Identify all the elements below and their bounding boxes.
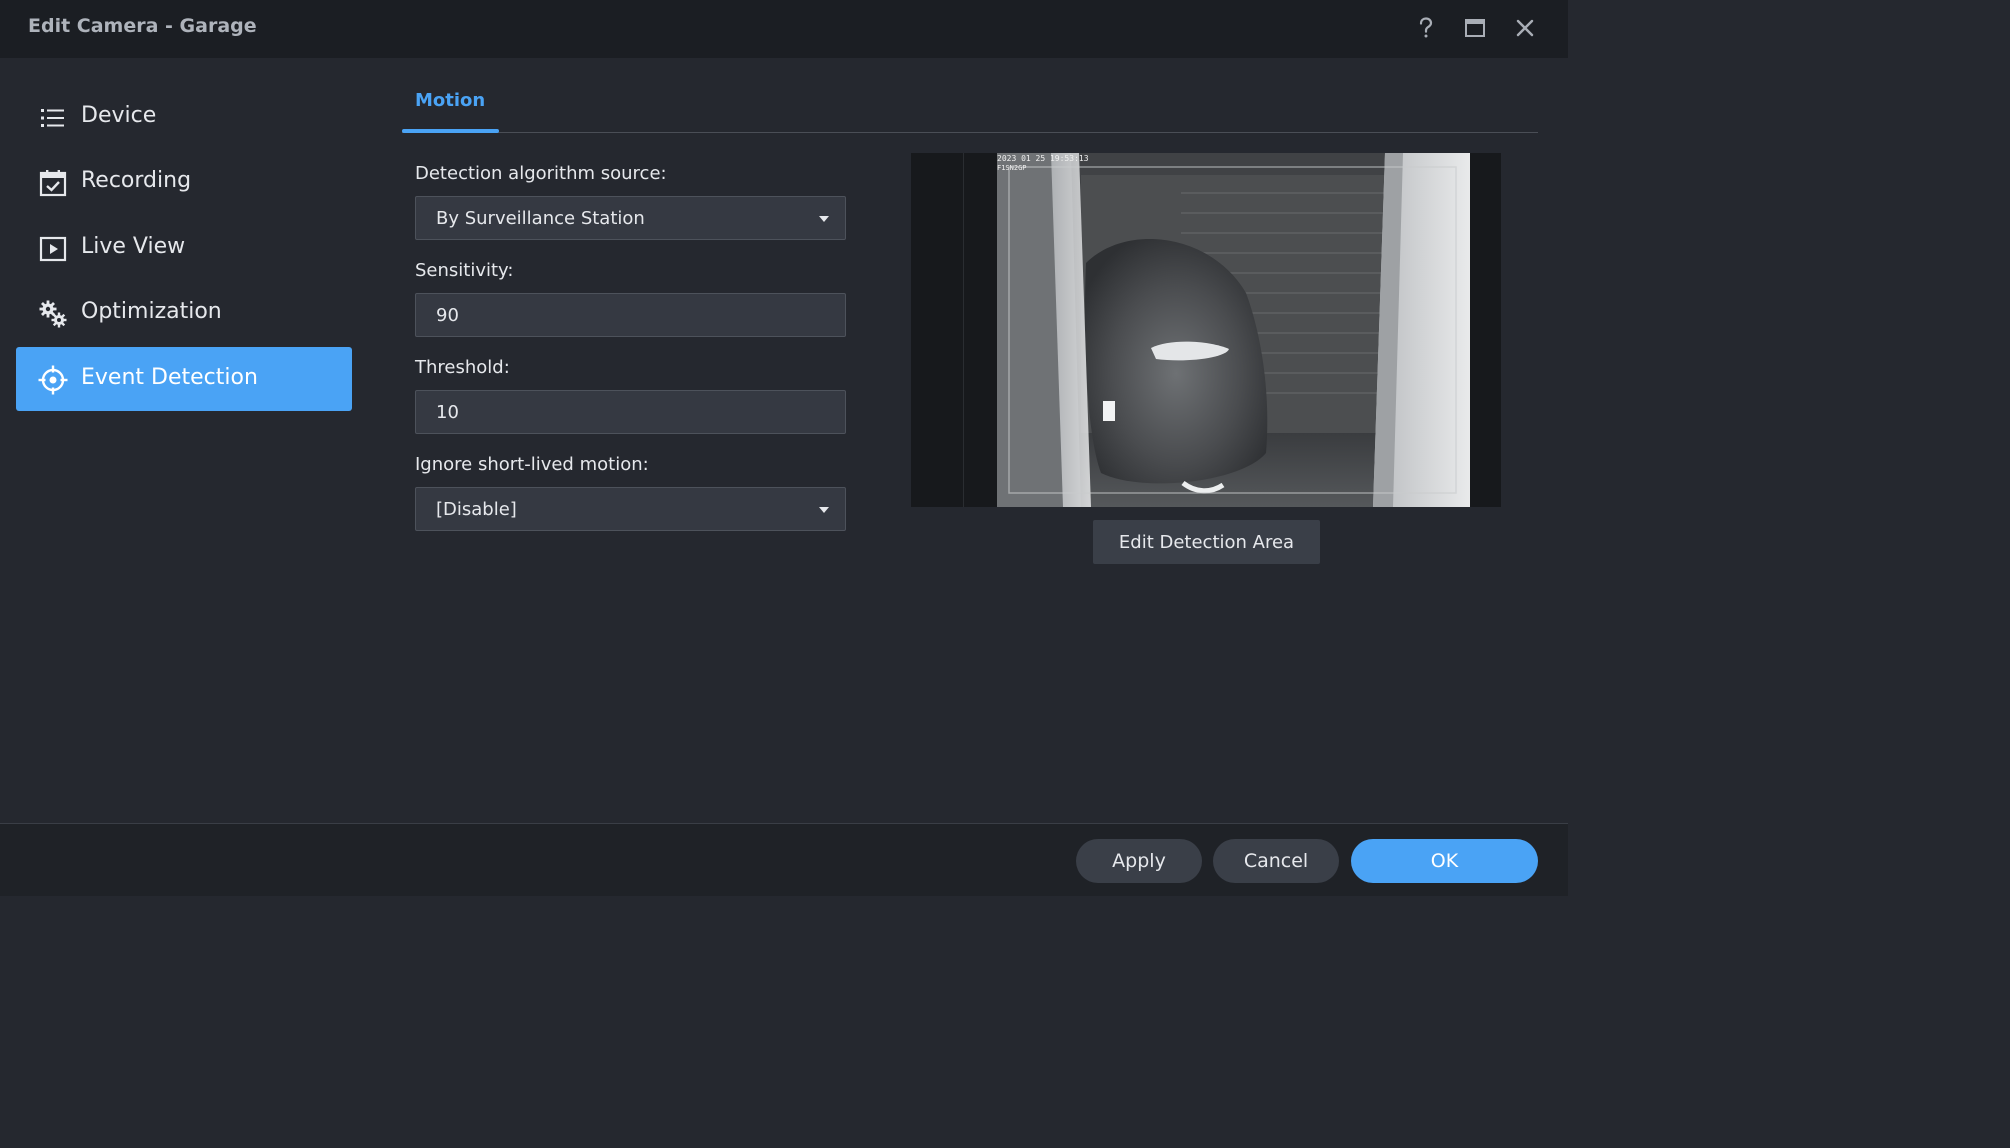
chevron-down-icon <box>819 216 829 222</box>
detection-source-value: By Surveillance Station <box>436 208 645 229</box>
camera-overlay-label: F1SN2GP <box>997 164 1027 172</box>
chevron-down-icon <box>819 507 829 513</box>
sidebar-item-label: Optimization <box>81 299 222 324</box>
sidebar-item-event-detection[interactable]: Event Detection <box>16 347 352 411</box>
sidebar-item-live-view[interactable]: Live View <box>16 216 352 280</box>
camera-preview: 2023 01 25 19:53:13 F1SN2GP <box>911 153 1501 507</box>
maximize-icon[interactable] <box>1461 14 1489 42</box>
help-icon[interactable] <box>1412 14 1440 42</box>
list-icon <box>41 109 64 127</box>
sensitivity-input[interactable]: 90 <box>415 293 846 337</box>
sidebar-item-device[interactable]: Device <box>16 85 352 149</box>
calendar-check-icon <box>39 170 67 197</box>
detection-source-label: Detection algorithm source: <box>415 163 667 184</box>
close-icon[interactable] <box>1511 14 1539 42</box>
gears-icon <box>39 300 67 328</box>
ignore-motion-value: [Disable] <box>436 499 517 520</box>
play-square-icon <box>39 236 67 262</box>
window-title: Edit Camera - Garage <box>28 15 257 37</box>
sidebar-item-label: Recording <box>81 168 192 193</box>
threshold-value: 10 <box>436 402 459 423</box>
edit-detection-area-button[interactable]: Edit Detection Area <box>1093 520 1320 564</box>
sidebar-item-label: Event Detection <box>81 365 258 390</box>
camera-snapshot-image: 2023 01 25 19:53:13 F1SN2GP <box>911 153 1501 507</box>
sensitivity-label: Sensitivity: <box>415 260 514 281</box>
sidebar-item-label: Device <box>81 103 157 128</box>
tab-motion[interactable]: Motion <box>415 90 485 111</box>
detection-source-select[interactable]: By Surveillance Station <box>415 196 846 240</box>
sidebar-item-label: Live View <box>81 234 186 259</box>
ignore-motion-label: Ignore short-lived motion: <box>415 454 649 475</box>
ignore-motion-select[interactable]: [Disable] <box>415 487 846 531</box>
title-bar: Edit Camera - Garage <box>0 0 1568 58</box>
crosshair-icon <box>38 365 68 395</box>
threshold-label: Threshold: <box>415 357 510 378</box>
threshold-input[interactable]: 10 <box>415 390 846 434</box>
tab-active-indicator <box>402 129 499 133</box>
sidebar-item-optimization[interactable]: Optimization <box>16 281 352 345</box>
apply-button[interactable]: Apply <box>1076 839 1202 883</box>
sidebar-item-recording[interactable]: Recording <box>16 150 352 214</box>
cancel-button[interactable]: Cancel <box>1213 839 1339 883</box>
sensitivity-value: 90 <box>436 305 459 326</box>
tab-divider <box>402 132 1538 133</box>
ok-button[interactable]: OK <box>1351 839 1538 883</box>
camera-overlay-timestamp: 2023 01 25 19:53:13 <box>997 154 1089 163</box>
